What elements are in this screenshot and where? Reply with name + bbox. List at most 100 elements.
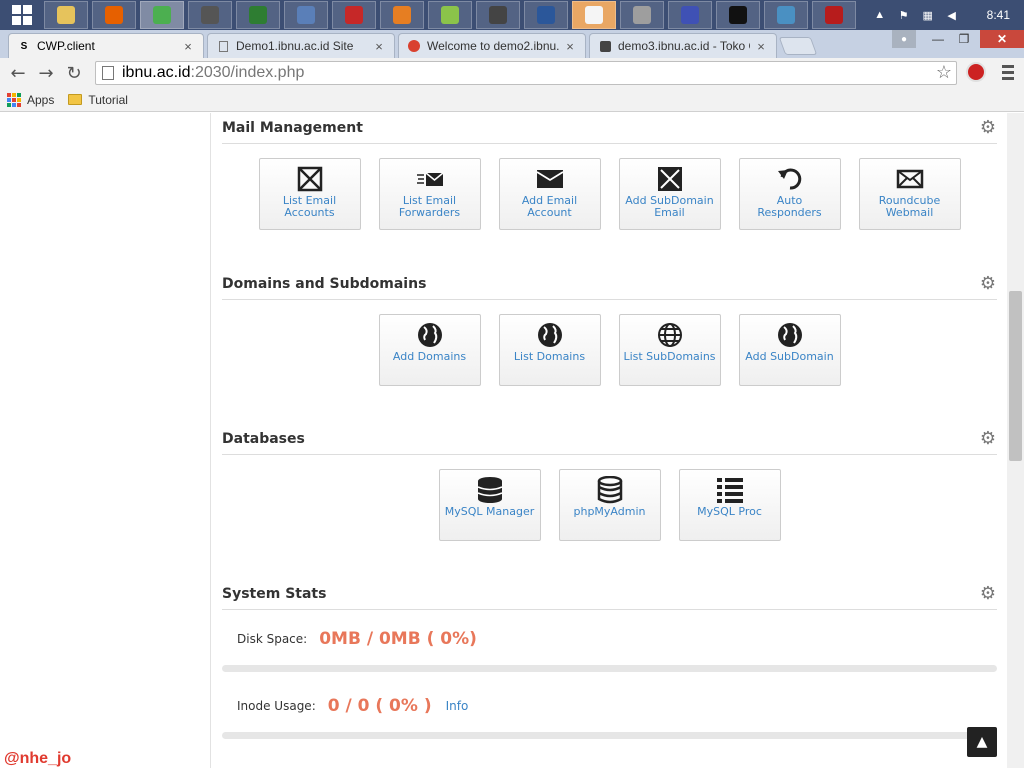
tab-close-icon[interactable]: × xyxy=(563,39,577,54)
taskbar-display-app-button[interactable] xyxy=(764,1,808,29)
add-email-account-button[interactable]: Add Email Account xyxy=(498,158,601,230)
address-bar[interactable]: ibnu.ac.id:2030/index.php ☆ xyxy=(95,61,957,85)
tile-label: Add Domains xyxy=(392,350,467,363)
inode-usage-value: 0 / 0 ( 0% ) xyxy=(327,696,432,716)
inode-usage-progress xyxy=(222,732,997,739)
list-email-accounts-button[interactable]: List Email Accounts xyxy=(258,158,361,230)
mysql-manager-button[interactable]: MySQL Manager xyxy=(438,469,541,541)
left-sidebar: @nhe_jo xyxy=(0,113,211,768)
mail-management-section: Mail Management ⚙ List Email Accounts Lis… xyxy=(222,113,997,230)
taskbar-remote-app-button[interactable] xyxy=(668,1,712,29)
section-header: Databases ⚙ xyxy=(222,424,997,455)
back-arrow-icon[interactable]: ← xyxy=(4,59,32,87)
inode-usage-row: Inode Usage: 0 / 0 ( 0% ) Info xyxy=(237,696,468,716)
roundcube-webmail-button[interactable]: Roundcube Webmail xyxy=(858,158,961,230)
gear-icon[interactable]: ⚙ xyxy=(979,119,997,137)
chevron-up-icon[interactable]: ▲ xyxy=(873,8,887,22)
list-email-forwarders-button[interactable]: List Email Forwarders xyxy=(378,158,481,230)
section-header: Domains and Subdomains ⚙ xyxy=(222,269,997,300)
disk-space-value: 0MB / 0MB ( 0%) xyxy=(319,629,477,649)
envelope-forward-icon xyxy=(416,172,443,186)
gear-icon[interactable]: ⚙ xyxy=(979,585,997,603)
windows-taskbar: ▲ ⚑ ▦ ◀ 8:41 xyxy=(0,0,1024,30)
file-explorer-icon xyxy=(57,6,75,24)
tile-label: Add SubDomain Email xyxy=(625,194,714,219)
new-tab-button[interactable] xyxy=(778,37,818,55)
taskbar-file-explorer-button[interactable] xyxy=(44,1,88,29)
taskbar-bird-app-button[interactable] xyxy=(476,1,520,29)
close-window-button[interactable]: ✕ xyxy=(980,30,1024,48)
bookmark-star-icon[interactable]: ☆ xyxy=(936,62,952,83)
filezilla-icon xyxy=(345,6,363,24)
taskbar-word-button[interactable] xyxy=(524,1,568,29)
bookmark-apps[interactable]: Apps xyxy=(27,93,54,107)
adblock-extension-icon[interactable] xyxy=(966,62,986,82)
taskbar-virtualbox-button[interactable] xyxy=(284,1,328,29)
taskbar-cmd-button[interactable] xyxy=(716,1,760,29)
auto-responders-button[interactable]: Auto Responders xyxy=(738,158,841,230)
volume-icon[interactable]: ◀ xyxy=(945,8,959,22)
url-path: :2030/index.php xyxy=(190,64,305,81)
bookmark-tutorial[interactable]: Tutorial xyxy=(88,93,128,107)
gear-icon[interactable]: ⚙ xyxy=(979,430,997,448)
list-subdomains-button[interactable]: List SubDomains xyxy=(618,314,721,386)
tab-demo1[interactable]: Demo1.ibnu.ac.id Site × xyxy=(207,33,395,58)
taskbar-firefox-button[interactable] xyxy=(92,1,136,29)
list-domains-button[interactable]: List Domains xyxy=(498,314,601,386)
scrollbar-thumb[interactable] xyxy=(1009,291,1022,461)
tab-close-icon[interactable]: × xyxy=(181,39,195,54)
disk-space-progress xyxy=(222,665,997,672)
browser-toolbar: ← → ↻ ibnu.ac.id:2030/index.php ☆ xyxy=(0,58,1024,88)
apps-grid-icon[interactable] xyxy=(7,92,21,107)
profile-icon[interactable]: ● xyxy=(892,30,916,48)
tile-label: List Email Forwarders xyxy=(398,194,461,219)
taskbar-network-app-button[interactable] xyxy=(236,1,280,29)
taskbar-paint-button[interactable] xyxy=(572,1,616,29)
chrome-icon xyxy=(153,6,171,24)
tab-cwp-client[interactable]: S CWP.client × xyxy=(8,33,204,58)
taskbar-clock[interactable]: 8:41 xyxy=(987,8,1010,22)
taskbar-package-app-button[interactable] xyxy=(380,1,424,29)
tab-title: CWP.client xyxy=(37,39,95,53)
globe-grid-icon xyxy=(657,323,682,347)
inode-info-link[interactable]: Info xyxy=(446,699,469,713)
page-scrollbar[interactable] xyxy=(1007,113,1024,768)
maximize-button[interactable]: ❐ xyxy=(952,30,976,48)
tab-demo3[interactable]: demo3.ibnu.ac.id - Toko C × xyxy=(589,33,777,58)
tile-label: Add Email Account xyxy=(521,194,578,219)
globe-icon xyxy=(777,323,802,347)
taskbar-calculator-button[interactable] xyxy=(620,1,664,29)
tab-close-icon[interactable]: × xyxy=(372,39,386,54)
section-header: Mail Management ⚙ xyxy=(222,113,997,144)
taskbar-record-app-button[interactable] xyxy=(812,1,856,29)
minimize-button[interactable]: — xyxy=(926,30,950,48)
flag-icon[interactable]: ⚑ xyxy=(897,8,911,22)
tab-demo2[interactable]: Welcome to demo2.ibnu.a × xyxy=(398,33,586,58)
disk-space-label: Disk Space: xyxy=(237,632,308,646)
taskbar-hotspot-app-button[interactable] xyxy=(428,1,472,29)
add-subdomain-button[interactable]: Add SubDomain xyxy=(738,314,841,386)
add-domains-button[interactable]: Add Domains xyxy=(378,314,481,386)
start-button[interactable] xyxy=(0,0,44,30)
hamburger-menu-icon[interactable] xyxy=(1000,63,1016,81)
taskbar-chrome-button[interactable] xyxy=(140,1,184,29)
network-app-icon xyxy=(249,6,267,24)
hotspot-app-icon xyxy=(441,6,459,24)
network-icon[interactable]: ▦ xyxy=(921,8,935,22)
taskbar-filezilla-button[interactable] xyxy=(332,1,376,29)
phpmyadmin-button[interactable]: phpMyAdmin xyxy=(558,469,661,541)
tab-close-icon[interactable]: × xyxy=(754,39,768,54)
forward-arrow-icon[interactable]: → xyxy=(32,59,60,87)
database-icon xyxy=(477,477,502,503)
mysql-proc-button[interactable]: MySQL Proc xyxy=(678,469,781,541)
section-title: Databases xyxy=(222,431,305,447)
scroll-to-top-button[interactable]: ▲ xyxy=(967,727,997,757)
tile-label: Auto Responders xyxy=(757,194,822,219)
reload-icon[interactable]: ↻ xyxy=(60,59,88,87)
add-subdomain-email-button[interactable]: Add SubDomain Email xyxy=(618,158,721,230)
gear-icon[interactable]: ⚙ xyxy=(979,275,997,293)
globe-icon xyxy=(417,323,442,347)
databases-section: Databases ⚙ MySQL Manager phpMyAdmin MyS… xyxy=(222,424,997,541)
folder-icon xyxy=(68,94,83,105)
taskbar-putty-button[interactable] xyxy=(188,1,232,29)
